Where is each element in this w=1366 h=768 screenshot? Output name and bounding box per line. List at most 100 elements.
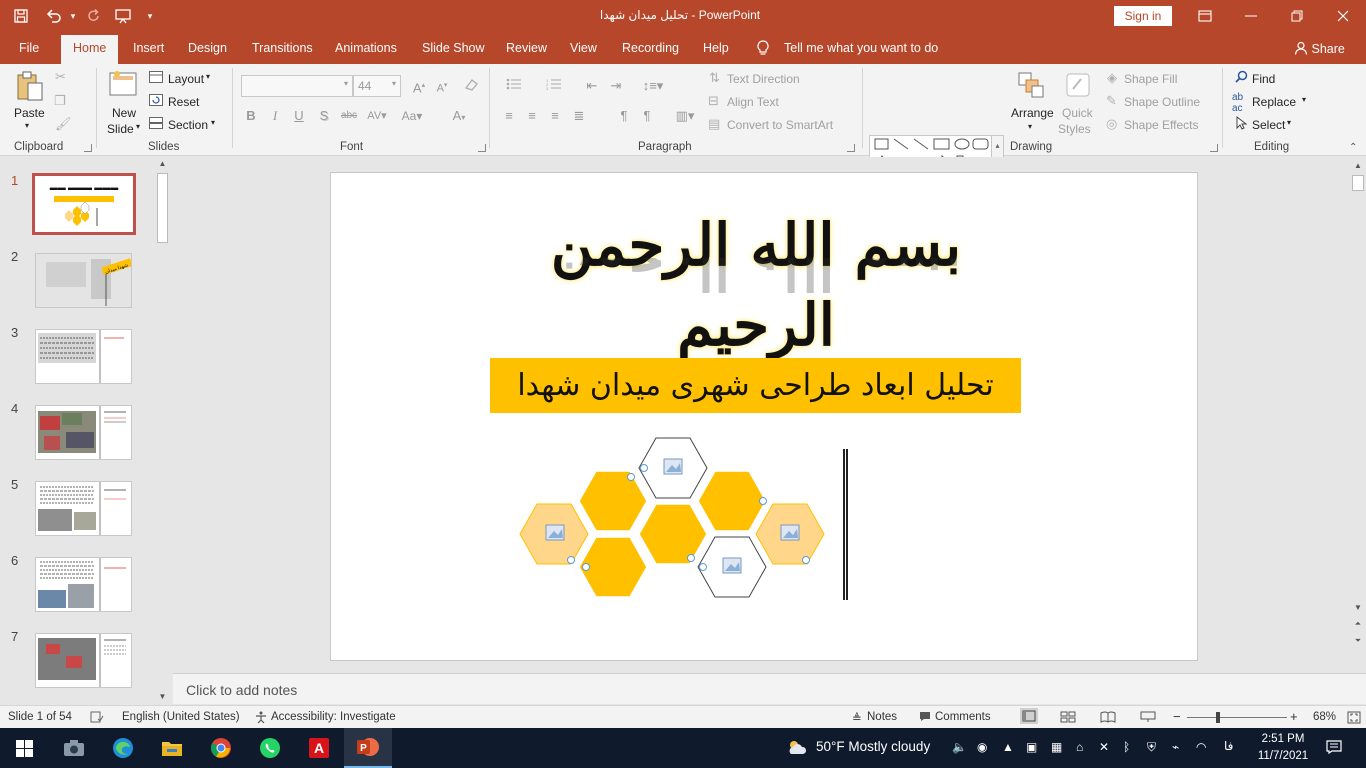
tab-animations[interactable]: Animations xyxy=(335,32,397,64)
weather-cloud-icon[interactable] xyxy=(786,738,808,759)
edge-icon[interactable] xyxy=(99,728,147,768)
slide-thumbnail-1[interactable]: ▬▬ ▬▬▬ ▬▬▬ xyxy=(32,173,136,235)
zoom-out-icon[interactable]: − xyxy=(1173,709,1181,724)
hex-1[interactable] xyxy=(578,470,648,532)
clipboard-launcher-icon[interactable] xyxy=(84,144,92,152)
new-slide-dropdown-icon[interactable]: ▾ xyxy=(136,122,140,131)
tab-insert[interactable]: Insert xyxy=(133,32,164,64)
font-color-icon[interactable]: A▾ xyxy=(447,107,471,125)
notification-center-icon[interactable] xyxy=(1326,740,1342,757)
hex-center[interactable] xyxy=(638,503,708,565)
editor-scroll-thumb[interactable] xyxy=(1352,175,1364,191)
hex-3[interactable] xyxy=(697,470,767,532)
quick-styles-icon[interactable] xyxy=(1065,71,1093,102)
nvidia-icon[interactable]: ▦ xyxy=(1051,740,1062,754)
arrange-icon[interactable] xyxy=(1017,71,1045,102)
section-button[interactable]: Section xyxy=(168,118,208,132)
find-button[interactable]: Find xyxy=(1252,72,1275,86)
reset-icon[interactable] xyxy=(149,94,163,109)
shape-fill-button[interactable]: Shape Fill xyxy=(1124,72,1177,86)
undo-icon[interactable] xyxy=(42,0,66,32)
columns-icon[interactable]: ▥▾ xyxy=(670,107,700,125)
quick-styles-label[interactable]: Quick xyxy=(1062,106,1093,120)
restore-icon[interactable] xyxy=(1274,0,1320,32)
shrink-font-icon[interactable]: A▾ xyxy=(433,77,451,95)
cut-icon[interactable]: ✂ xyxy=(55,69,66,85)
font-size-combo[interactable]: 44 ▾ xyxy=(353,75,401,97)
slide-thumbnail-3[interactable] xyxy=(35,329,132,384)
slide-thumbnail-5[interactable] xyxy=(35,481,132,536)
input-language[interactable]: فا xyxy=(1224,739,1233,753)
paragraph-launcher-icon[interactable] xyxy=(847,144,855,152)
tab-review[interactable]: Review xyxy=(506,32,547,64)
honeycomb-graphic[interactable] xyxy=(510,430,840,605)
volume-icon[interactable]: 🔈 xyxy=(952,740,967,754)
italic-icon[interactable]: I xyxy=(266,107,284,125)
zoom-level[interactable]: 68% xyxy=(1313,711,1336,723)
bluetooth-icon[interactable]: ᛒ xyxy=(1123,740,1130,754)
layout-icon[interactable] xyxy=(149,71,163,86)
clear-formatting-icon[interactable] xyxy=(462,77,480,95)
paste-icon[interactable] xyxy=(16,70,44,105)
reading-view-icon[interactable] xyxy=(1100,711,1116,726)
customize-qat-icon[interactable]: ▾ xyxy=(138,0,162,32)
start-icon[interactable] xyxy=(0,728,48,768)
paste-dropdown-icon[interactable]: ▾ xyxy=(25,121,29,130)
select-button[interactable]: Select xyxy=(1252,118,1285,132)
editor-scroll-up-icon[interactable]: ▲ xyxy=(1350,161,1366,170)
bullets-icon[interactable] xyxy=(500,77,528,95)
tab-recording[interactable]: Recording xyxy=(622,32,679,64)
decrease-indent-icon[interactable]: ⇤ xyxy=(583,77,601,95)
spelling-icon[interactable] xyxy=(90,711,104,726)
powerpoint-taskbar-icon[interactable]: P xyxy=(344,728,392,768)
bold-icon[interactable]: B xyxy=(242,107,260,125)
notes-pane[interactable]: Click to add notes xyxy=(173,673,1366,704)
zoom-slider[interactable] xyxy=(1187,717,1287,718)
new-slide-icon[interactable] xyxy=(109,70,139,101)
scroll-up-icon[interactable]: ▲ xyxy=(155,159,170,168)
taskbar-clock[interactable]: 2:51 PM 11/7/2021 xyxy=(1250,731,1316,765)
tray-app-icon-1[interactable]: ◉ xyxy=(977,740,987,754)
present-icon[interactable] xyxy=(108,0,138,32)
language-indicator[interactable]: English (United States) xyxy=(122,711,240,723)
character-spacing-icon[interactable]: AV▾ xyxy=(364,107,390,125)
collapse-ribbon-icon[interactable]: ⌃ xyxy=(1349,142,1357,153)
text-shadow-icon[interactable]: S xyxy=(315,107,333,125)
font-launcher-icon[interactable] xyxy=(478,144,486,152)
arrange-dropdown-icon[interactable]: ▾ xyxy=(1028,122,1032,131)
notes-toggle-button[interactable]: Notes xyxy=(867,711,897,723)
drawing-launcher-icon[interactable] xyxy=(1210,144,1218,152)
shape-outline-button[interactable]: Shape Outline xyxy=(1124,95,1200,109)
slide-thumbnail-6[interactable] xyxy=(35,557,132,612)
tab-slide-show[interactable]: Slide Show xyxy=(422,32,485,64)
line-spacing-icon[interactable]: ↕≡▾ xyxy=(638,77,668,95)
close-icon[interactable] xyxy=(1320,0,1366,32)
wifi-icon[interactable]: ◠ xyxy=(1196,740,1206,754)
paste-label[interactable]: Paste xyxy=(14,106,45,120)
align-right-icon[interactable]: ≡ xyxy=(546,107,564,125)
reset-button[interactable]: Reset xyxy=(168,95,199,109)
thumbnail-scrollbar[interactable]: ▲ ▼ xyxy=(155,157,170,705)
redo-icon[interactable] xyxy=(80,0,108,32)
slide-thumbnail-4[interactable] xyxy=(35,405,132,460)
whatsapp-icon[interactable] xyxy=(246,728,294,768)
fit-to-window-icon[interactable] xyxy=(1347,711,1361,727)
increase-indent-icon[interactable]: ⇥ xyxy=(607,77,625,95)
align-text-button[interactable]: Align Text xyxy=(727,95,779,109)
scroll-down-icon[interactable]: ▼ xyxy=(155,692,170,701)
align-center-icon[interactable]: ≡ xyxy=(523,107,541,125)
font-name-combo[interactable]: ▾ xyxy=(241,75,353,97)
numbering-icon[interactable]: 123 xyxy=(540,77,568,95)
slide-subtitle[interactable]: تحلیل ابعاد طراحی شهری میدان شهدا xyxy=(490,358,1021,413)
tab-home[interactable]: Home xyxy=(61,35,119,64)
tab-view[interactable]: View xyxy=(570,32,597,64)
ltr-icon[interactable]: ¶ xyxy=(638,107,656,125)
network-disabled-icon[interactable]: ✕ xyxy=(1099,740,1109,754)
network-icon[interactable]: ⌁ xyxy=(1172,740,1179,754)
notes-placeholder[interactable]: Click to add notes xyxy=(186,682,297,698)
replace-button[interactable]: Replace xyxy=(1252,95,1296,109)
slide-thumbnail-7[interactable] xyxy=(35,633,132,688)
zoom-slider-thumb[interactable] xyxy=(1216,712,1220,723)
shape-effects-button[interactable]: Shape Effects xyxy=(1124,118,1199,132)
text-direction-button[interactable]: Text Direction xyxy=(727,72,800,86)
